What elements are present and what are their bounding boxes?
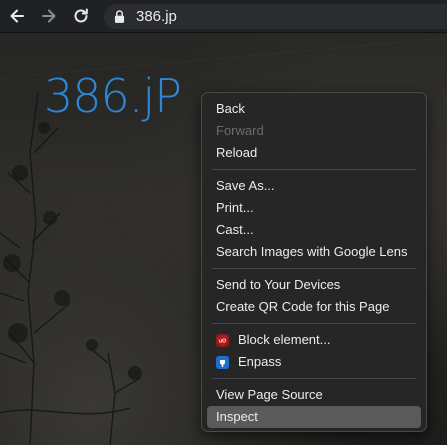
menu-item-print[interactable]: Print... <box>207 197 421 219</box>
menu-item-save-as[interactable]: Save As... <box>207 175 421 197</box>
site-logo[interactable]: 386.jP <box>44 69 182 123</box>
back-button[interactable] <box>6 5 28 27</box>
menu-item-inspect[interactable]: Inspect <box>207 406 421 428</box>
svg-text:uO: uO <box>219 338 226 344</box>
forward-arrow-icon <box>42 9 56 23</box>
menu-item-reload[interactable]: Reload <box>207 142 421 164</box>
menu-divider <box>212 268 416 269</box>
url-text[interactable]: 386.jp <box>136 8 177 25</box>
reload-button[interactable] <box>70 5 92 27</box>
menu-item-block-element[interactable]: uO Block element... <box>207 329 421 351</box>
lock-icon <box>114 10 126 24</box>
menu-item-search-images[interactable]: Search Images with Google Lens <box>207 241 421 263</box>
menu-item-view-source[interactable]: View Page Source <box>207 384 421 406</box>
reload-icon <box>74 8 88 23</box>
menu-divider <box>212 323 416 324</box>
browser-toolbar: 386.jp <box>0 0 447 33</box>
menu-item-label: Block element... <box>238 332 331 347</box>
menu-item-forward: Forward <box>216 123 264 138</box>
forward-button[interactable] <box>38 5 60 27</box>
menu-item-cast[interactable]: Cast... <box>207 219 421 241</box>
menu-item-send-to-devices[interactable]: Send to Your Devices <box>207 274 421 296</box>
menu-item-back[interactable]: Back <box>207 98 421 120</box>
menu-divider <box>212 378 416 379</box>
menu-item-enpass[interactable]: Enpass <box>207 351 421 373</box>
menu-divider <box>212 169 416 170</box>
menu-item-label: Enpass <box>238 354 282 369</box>
enpass-key-icon <box>216 355 229 369</box>
ublock-shield-icon: uO <box>216 333 229 347</box>
back-arrow-icon <box>10 9 24 23</box>
context-menu: Back Forward Reload Save As... Print... … <box>201 92 427 432</box>
menu-item-create-qr[interactable]: Create QR Code for this Page <box>207 296 421 318</box>
address-bar[interactable]: 386.jp <box>104 4 447 29</box>
